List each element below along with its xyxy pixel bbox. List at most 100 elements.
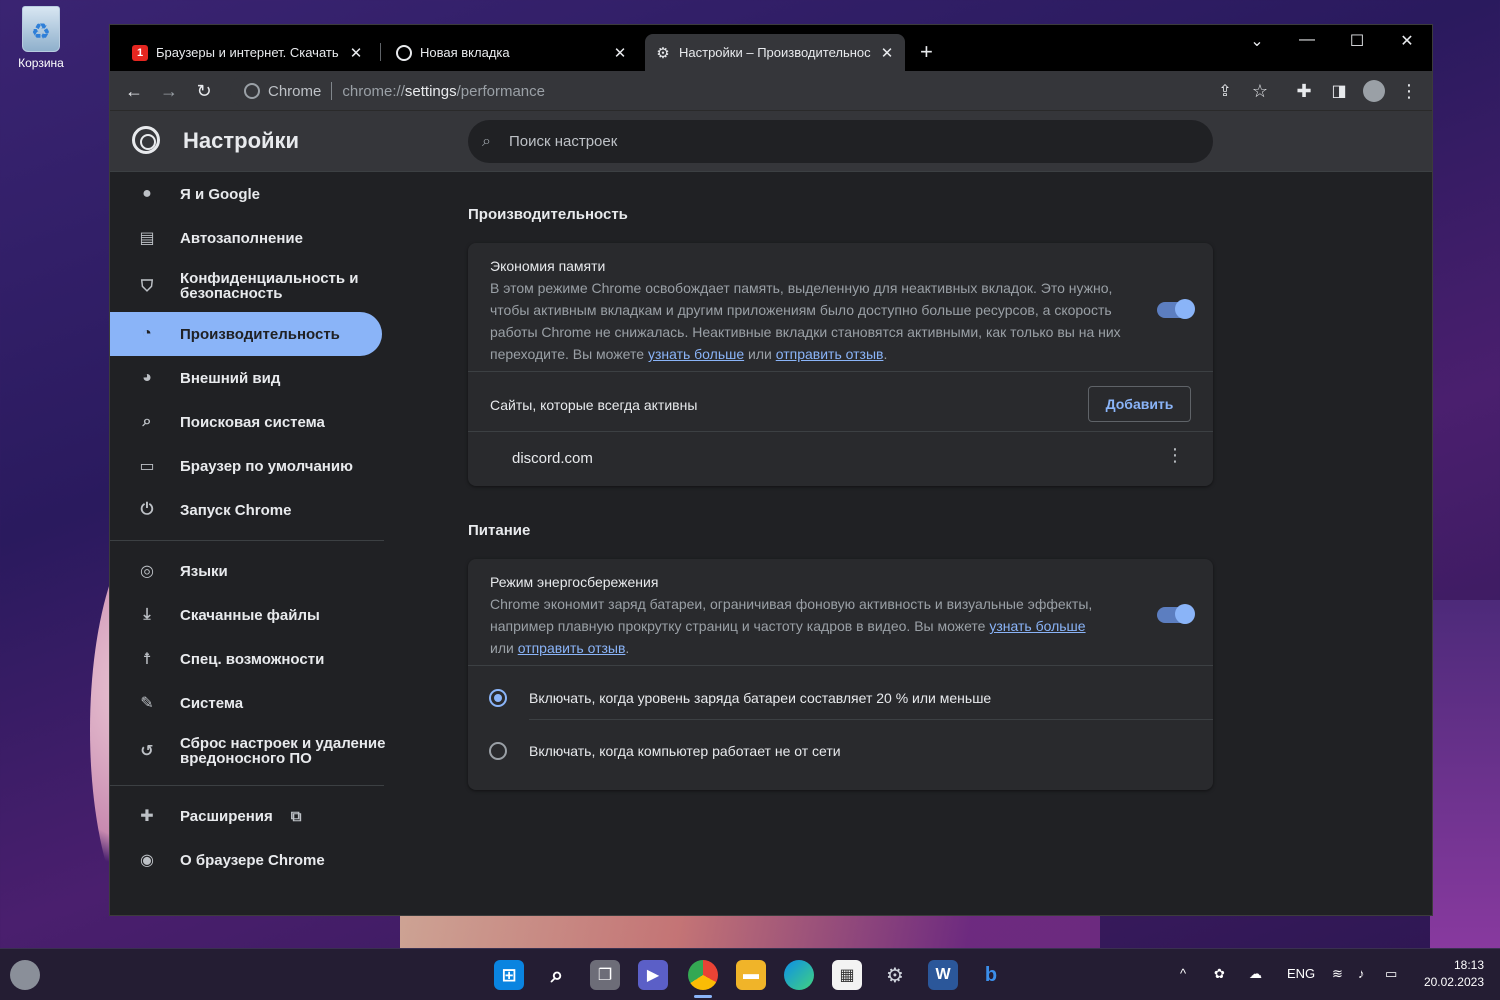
chrome-icon bbox=[244, 83, 260, 99]
sidebar-item-performance[interactable]: ◔ Производительность bbox=[110, 312, 382, 356]
sidebar-item-default-browser[interactable]: ▭ Браузер по умолчанию bbox=[110, 444, 390, 488]
reload-icon[interactable]: ↻ bbox=[192, 79, 216, 103]
store-icon[interactable]: ▦ bbox=[832, 960, 862, 990]
tab-2[interactable]: Новая вкладка ✕ bbox=[386, 34, 638, 71]
cloud-icon[interactable]: ☁ bbox=[1249, 966, 1262, 982]
always-active-label: Сайты, которые всегда активны bbox=[490, 397, 698, 413]
tab-search-chevron-icon[interactable]: ⌄ bbox=[1237, 31, 1277, 51]
back-arrow-icon[interactable]: ← bbox=[122, 79, 146, 103]
settings-sidebar: ● Я и Google ▤ Автозаполнение ⛉ Конфиденциа… bbox=[110, 172, 390, 882]
share-icon[interactable]: ⇪ bbox=[1213, 79, 1237, 103]
tab-3-active[interactable]: ⚙ Настройки – Производительнос ✕ bbox=[645, 34, 905, 71]
sidebar-item-downloads[interactable]: ⤓ Скачанные файлы bbox=[110, 593, 390, 637]
lotus-icon[interactable]: ✿ bbox=[1214, 966, 1225, 982]
gear-icon: ⚙ bbox=[656, 44, 670, 62]
battery-icon[interactable]: ▭ bbox=[1385, 966, 1397, 982]
page-title: Настройки bbox=[183, 128, 300, 153]
radio-unplugged-label: Включать, когда компьютер работает не от… bbox=[529, 743, 841, 759]
tab-strip: 1 Браузеры и интернет. Скачать б ✕ Новая… bbox=[110, 25, 1432, 71]
energy-saver-toggle[interactable] bbox=[1157, 604, 1195, 624]
tab-title: Новая вкладка bbox=[420, 45, 510, 60]
new-tab-button[interactable]: + bbox=[920, 39, 933, 65]
language-indicator[interactable]: ENG bbox=[1287, 966, 1315, 981]
wallpaper-shape bbox=[1430, 600, 1500, 960]
radio-unplugged[interactable] bbox=[489, 742, 507, 760]
maximize-icon[interactable]: ☐ bbox=[1337, 31, 1377, 51]
star-icon[interactable]: ☆ bbox=[1248, 79, 1272, 103]
sidebar-item-search-engine[interactable]: ⌕ Поисковая система bbox=[110, 400, 390, 444]
memory-saver-card: Экономия памяти В этом режиме Chrome осв… bbox=[468, 243, 1213, 486]
avatar[interactable] bbox=[1362, 79, 1386, 103]
add-site-button[interactable]: Добавить bbox=[1088, 386, 1191, 422]
address-bar[interactable]: Chrome chrome://settings/performance bbox=[230, 75, 1270, 107]
memory-saver-toggle[interactable] bbox=[1157, 299, 1195, 319]
send-feedback-link[interactable]: отправить отзыв bbox=[776, 346, 884, 362]
site-list-item: discord.com bbox=[512, 450, 593, 467]
search-settings[interactable]: ⌕ bbox=[468, 120, 1213, 163]
tab-1[interactable]: 1 Браузеры и интернет. Скачать б ✕ bbox=[122, 34, 374, 71]
tab-title: Браузеры и интернет. Скачать б bbox=[156, 45, 342, 60]
side-panel-icon[interactable]: ◨ bbox=[1327, 79, 1351, 103]
tab-separator bbox=[380, 43, 381, 61]
file-explorer-icon[interactable]: ▬ bbox=[736, 960, 766, 990]
sidebar-item-about[interactable]: ◉ О браузере Chrome bbox=[110, 838, 390, 882]
close-icon[interactable]: ✕ bbox=[348, 44, 364, 62]
send-feedback-link[interactable]: отправить отзыв bbox=[518, 640, 626, 656]
recycle-bin-label: Корзина bbox=[18, 56, 64, 70]
sidebar-item-languages[interactable]: ◎ Языки bbox=[110, 549, 390, 593]
task-view-icon[interactable]: ❐ bbox=[590, 960, 620, 990]
desktop-recycle-bin[interactable]: Корзина bbox=[10, 6, 72, 70]
sidebar-item-autofill[interactable]: ▤ Автозаполнение bbox=[110, 216, 390, 260]
sidebar-item-accessibility[interactable]: ☨ Спец. возможности bbox=[110, 637, 390, 681]
sidebar-item-you-and-google[interactable]: ● Я и Google bbox=[110, 172, 390, 216]
clock-time: 18:13 bbox=[1453, 958, 1484, 972]
puzzle-icon[interactable]: ✚ bbox=[1292, 79, 1316, 103]
section-title-power: Питание bbox=[468, 522, 531, 539]
close-icon[interactable]: ✕ bbox=[879, 44, 895, 62]
chevron-up-icon[interactable]: ^ bbox=[1180, 966, 1186, 981]
sidebar-item-on-startup[interactable]: ⏻ Запуск Chrome bbox=[110, 488, 390, 532]
sidebar-item-appearance[interactable]: ◕ Внешний вид bbox=[110, 356, 390, 400]
start-windows-icon[interactable]: ⊞ bbox=[494, 960, 524, 990]
weather-icon[interactable] bbox=[10, 960, 40, 990]
close-icon[interactable]: ✕ bbox=[612, 44, 628, 62]
minimize-icon[interactable]: — bbox=[1287, 31, 1327, 49]
radio-battery-20[interactable] bbox=[489, 689, 507, 707]
forward-arrow-icon[interactable]: → bbox=[157, 79, 181, 103]
description-text: или bbox=[744, 346, 776, 362]
description-text: . bbox=[883, 346, 888, 362]
clock[interactable]: 18:13 20.02.2023 bbox=[1424, 957, 1484, 991]
sidebar-item-reset[interactable]: ↺ Сброс настроек и удаление вредоносного … bbox=[110, 725, 390, 777]
power-icon: ⏻ bbox=[140, 501, 154, 518]
edge-icon[interactable] bbox=[784, 960, 814, 990]
chrome-taskbar-icon[interactable] bbox=[688, 960, 718, 990]
browser-window: 1 Браузеры и интернет. Скачать б ✕ Новая… bbox=[109, 24, 1433, 916]
sidebar-item-extensions[interactable]: ✚ Расширения ⧉ bbox=[110, 794, 390, 838]
sidebar-divider bbox=[110, 540, 384, 541]
search-input[interactable] bbox=[508, 133, 1109, 150]
toolbar: ← → ↻ Chrome chrome://settings/performan… bbox=[110, 71, 1432, 111]
sidebar-item-privacy[interactable]: ⛉ Конфиденциальность и безопасность bbox=[110, 260, 390, 312]
search-icon[interactable]: ⌕ bbox=[542, 960, 572, 990]
sidebar-item-system[interactable]: ✎ Система bbox=[110, 681, 390, 725]
sidebar-item-label: О браузере Chrome bbox=[180, 851, 325, 869]
settings-gear-icon[interactable]: ⚙ bbox=[880, 960, 910, 990]
chat-icon[interactable]: ▶ bbox=[638, 960, 668, 990]
window-close-icon[interactable]: ✕ bbox=[1387, 31, 1427, 51]
learn-more-link[interactable]: узнать больше bbox=[648, 346, 744, 362]
active-app-indicator bbox=[694, 995, 712, 998]
clock-date: 20.02.2023 bbox=[1423, 975, 1484, 989]
divider bbox=[331, 82, 333, 100]
sidebar-item-label: Конфиденциальность и безопасность bbox=[180, 270, 359, 302]
search-icon: ⌕ bbox=[482, 132, 491, 150]
sidebar-item-label: Расширения bbox=[180, 807, 273, 825]
shield-icon: ⛉ bbox=[140, 277, 153, 295]
bing-icon[interactable]: b bbox=[976, 960, 1006, 990]
learn-more-link[interactable]: узнать больше bbox=[989, 618, 1085, 634]
word-icon[interactable]: W bbox=[928, 960, 958, 990]
wifi-icon[interactable]: ≋ bbox=[1332, 966, 1343, 982]
more-actions-kebab-icon[interactable]: ⋮ bbox=[1166, 446, 1184, 464]
menu-kebab-icon[interactable]: ⋮ bbox=[1397, 79, 1421, 103]
volume-icon[interactable]: ♪ bbox=[1358, 966, 1365, 981]
chrome-icon: ◉ bbox=[140, 852, 154, 869]
